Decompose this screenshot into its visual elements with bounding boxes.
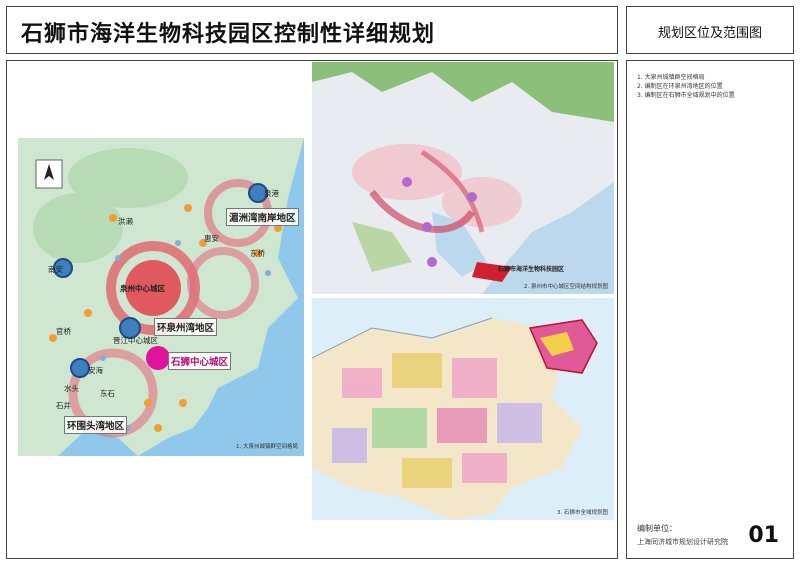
city-structure-graphic (312, 62, 614, 294)
regional-map: 湄洲湾南岸地区 环泉州湾地区 石狮中心城区 环围头湾地区 泉州中心城区 晋江中心… (18, 138, 304, 456)
map2-caption: 2. 泉州市中心城区空间结构规划图 (524, 284, 608, 290)
label-shuitou: 水头 (64, 384, 79, 393)
label-nanan: 南安 (48, 265, 63, 274)
map3-caption: 3. 石狮市全域规划图 (557, 510, 608, 516)
page-title: 石狮市海洋生物科技园区控制性详细规划 (21, 22, 436, 47)
label-huanweitou: 环围头湾地区 (64, 416, 128, 434)
side-title: 规划区位及范围图 (657, 26, 762, 41)
label-dongshi: 东石 (100, 389, 115, 398)
label-anhai: 安海 (88, 366, 103, 375)
label-shishi-center: 石狮中心城区 (168, 352, 232, 370)
label-shijing: 石井 (56, 401, 71, 410)
city-structure-map: 石狮市海洋生物科技园区 2. 泉州市中心城区空间结构规划图 (312, 62, 614, 294)
label-guanqiao: 官桥 (56, 327, 71, 336)
side-title-box: 规划区位及范围图 (626, 6, 794, 54)
notes-panel: 1. 大泉州城镇群空间格局 2. 编制区在环泉州湾地区的位置 3. 编制区在石狮… (626, 60, 794, 559)
label-quangang: 泉港 (264, 189, 279, 198)
label-jinjiang-center: 晋江中心城区 (113, 336, 158, 345)
label-quanzhou-center: 泉州中心城区 (120, 284, 165, 293)
footer-org: 上海同济城市规划设计研究院 (637, 538, 728, 546)
label-dongqiao: 东桥 (250, 249, 265, 258)
note-item: 2. 编制区在环泉州湾地区的位置 (637, 83, 723, 90)
label-hongla: 洪濑 (118, 217, 133, 226)
note-item: 3. 编制区在石狮市全域规划中的位置 (637, 92, 735, 99)
footer-label: 编制单位： (637, 524, 677, 533)
page-number: 01 (748, 523, 779, 548)
map1-caption: 1. 大泉州城镇群空间格局 (236, 444, 298, 450)
shishi-plan-graphic (312, 298, 614, 520)
title-box: 石狮市海洋生物科技园区控制性详细规划 (6, 6, 618, 54)
note-item: 1. 大泉州城镇群空间格局 (637, 74, 705, 81)
notes-list: 1. 大泉州城镇群空间格局 2. 编制区在环泉州湾地区的位置 3. 编制区在石狮… (637, 73, 735, 100)
label-meizhou: 湄洲湾南岸地区 (226, 208, 299, 226)
label-huian: 惠安 (204, 234, 219, 243)
label-site: 石狮市海洋生物科技园区 (498, 266, 565, 273)
shishi-plan-map: 3. 石狮市全域规划图 (312, 298, 614, 520)
label-huanquanzhou: 环泉州湾地区 (154, 318, 218, 336)
